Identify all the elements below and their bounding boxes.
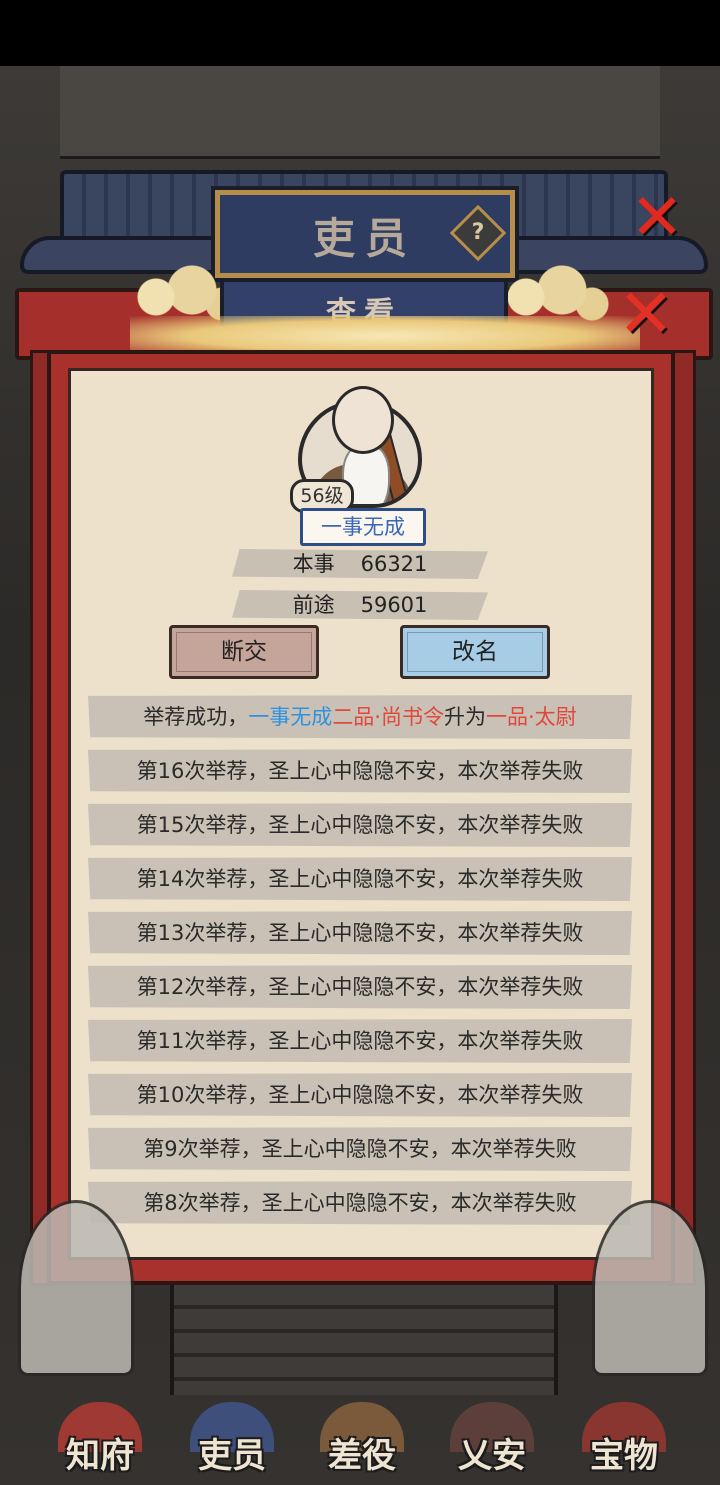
log-item: 第8次举荐，圣上心中隐隐不安，本次举荐失败: [88, 1181, 632, 1225]
log-item-success: 举荐成功，一事无成二品·尚书令升为一品·太尉: [88, 695, 632, 739]
log-item: 第10次举荐，圣上心中隐隐不安，本次举荐失败: [88, 1073, 632, 1117]
sever-button[interactable]: 断交: [169, 625, 319, 679]
nav-tab-runners[interactable]: 差役: [307, 1428, 417, 1478]
close-dialog-button[interactable]: ✕: [606, 280, 686, 350]
log-prefix: 举荐成功，: [143, 705, 249, 729]
log-to-rank: 一品·太尉: [486, 705, 577, 729]
official-name: 一事无成: [300, 508, 426, 546]
log-item: 第13次举荐，圣上心中隐隐不安，本次举荐失败: [88, 911, 632, 955]
status-bar: [0, 0, 720, 66]
log-item: 第11次举荐，圣上心中隐隐不安，本次举荐失败: [88, 1019, 632, 1063]
stone-steps: [170, 1285, 558, 1395]
stat-label: 前途: [292, 593, 335, 617]
close-icon: ✕: [617, 275, 675, 354]
close-icon: ✕: [630, 181, 684, 255]
log-item: 第12次举荐，圣上心中隐隐不安，本次举荐失败: [88, 965, 632, 1009]
recommendation-log[interactable]: 举荐成功，一事无成二品·尚书令升为一品·太尉 第16次举荐，圣上心中隐隐不安，本…: [88, 695, 632, 1245]
log-verb: 升为: [444, 705, 486, 729]
nav-tab-treasures[interactable]: 宝物: [569, 1428, 679, 1478]
log-item: 第14次举荐，圣上心中隐隐不安，本次举荐失败: [88, 857, 632, 901]
log-item: 第9次举荐，圣上心中隐隐不安，本次举荐失败: [88, 1127, 632, 1171]
stat-value: 66321: [360, 552, 428, 576]
close-page-button[interactable]: ✕: [622, 186, 692, 250]
avatar-head: [332, 386, 394, 454]
log-item: 第15次举荐，圣上心中隐隐不安，本次举荐失败: [88, 803, 632, 847]
bottom-nav: 知府 吏员 差役 乂安 宝物: [0, 1400, 720, 1485]
help-icon: ?: [471, 220, 485, 245]
stat-label: 本事: [292, 552, 335, 576]
nav-tab-prefect[interactable]: 知府: [45, 1428, 155, 1478]
rename-button[interactable]: 改名: [400, 625, 550, 679]
stat-prospect: 前途 59601: [232, 590, 488, 620]
nav-tab-yian[interactable]: 乂安: [437, 1428, 547, 1478]
stat-ability: 本事 66321: [232, 549, 488, 579]
stone-lion-right: [592, 1200, 708, 1376]
stone-lion-left: [18, 1200, 134, 1376]
nav-tab-clerks[interactable]: 吏员: [177, 1428, 287, 1478]
stat-value: 59601: [360, 593, 428, 617]
log-official-name: 一事无成: [248, 705, 333, 729]
log-item: 第16次举荐，圣上心中隐隐不安，本次举荐失败: [88, 749, 632, 793]
log-from-rank: 二品·尚书令: [332, 705, 444, 729]
